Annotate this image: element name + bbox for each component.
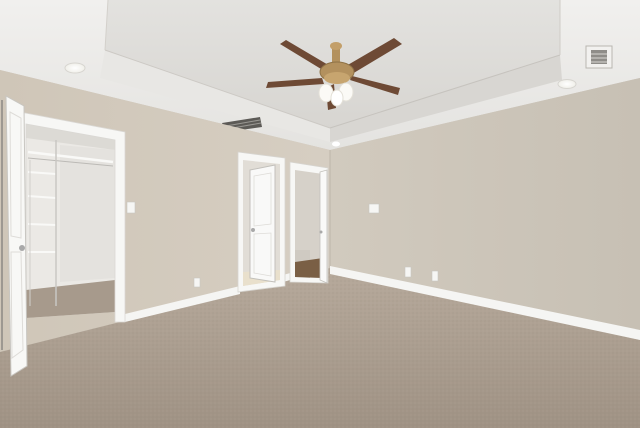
door-knob[interactable] [19, 245, 25, 251]
door-knob[interactable] [319, 230, 323, 234]
door-knob[interactable] [251, 228, 255, 232]
outlet-right-wall-2 [431, 270, 439, 282]
room-photo [0, 0, 640, 428]
outlet-left-wall [193, 277, 201, 288]
light-switch-left[interactable] [126, 201, 136, 214]
light-switch-right[interactable] [368, 203, 380, 214]
walk-in-closet [19, 111, 126, 323]
hvac-vent-ceiling [585, 45, 613, 69]
outlet-right-wall-1 [404, 266, 412, 278]
bathroom-door[interactable] [249, 164, 276, 283]
hallway-door[interactable] [319, 169, 328, 284]
